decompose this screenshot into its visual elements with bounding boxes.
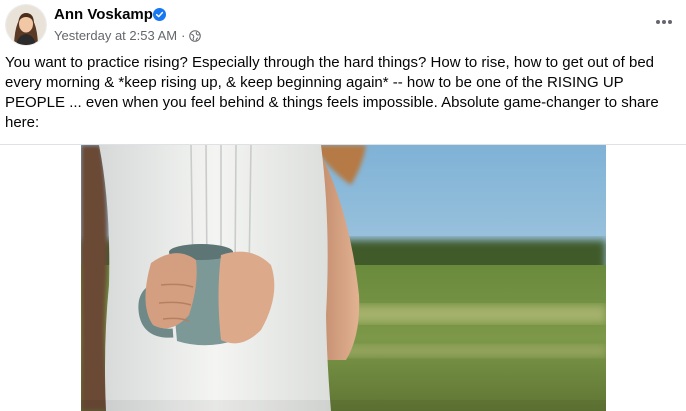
more-options-icon <box>656 20 672 24</box>
meta-separator: · <box>181 28 186 43</box>
author-name[interactable]: Ann Voskamp <box>54 6 153 23</box>
globe-icon[interactable] <box>189 29 202 42</box>
post-timestamp[interactable]: Yesterday at 2:53 AM <box>54 28 177 43</box>
author-avatar[interactable] <box>6 5 46 45</box>
more-options-button[interactable] <box>652 10 676 34</box>
post-text: You want to practice rising? Especially … <box>5 54 659 131</box>
verified-badge-icon <box>153 8 166 21</box>
post-photo[interactable] <box>81 145 606 411</box>
post-meta: Yesterday at 2:53 AM · <box>54 28 202 43</box>
